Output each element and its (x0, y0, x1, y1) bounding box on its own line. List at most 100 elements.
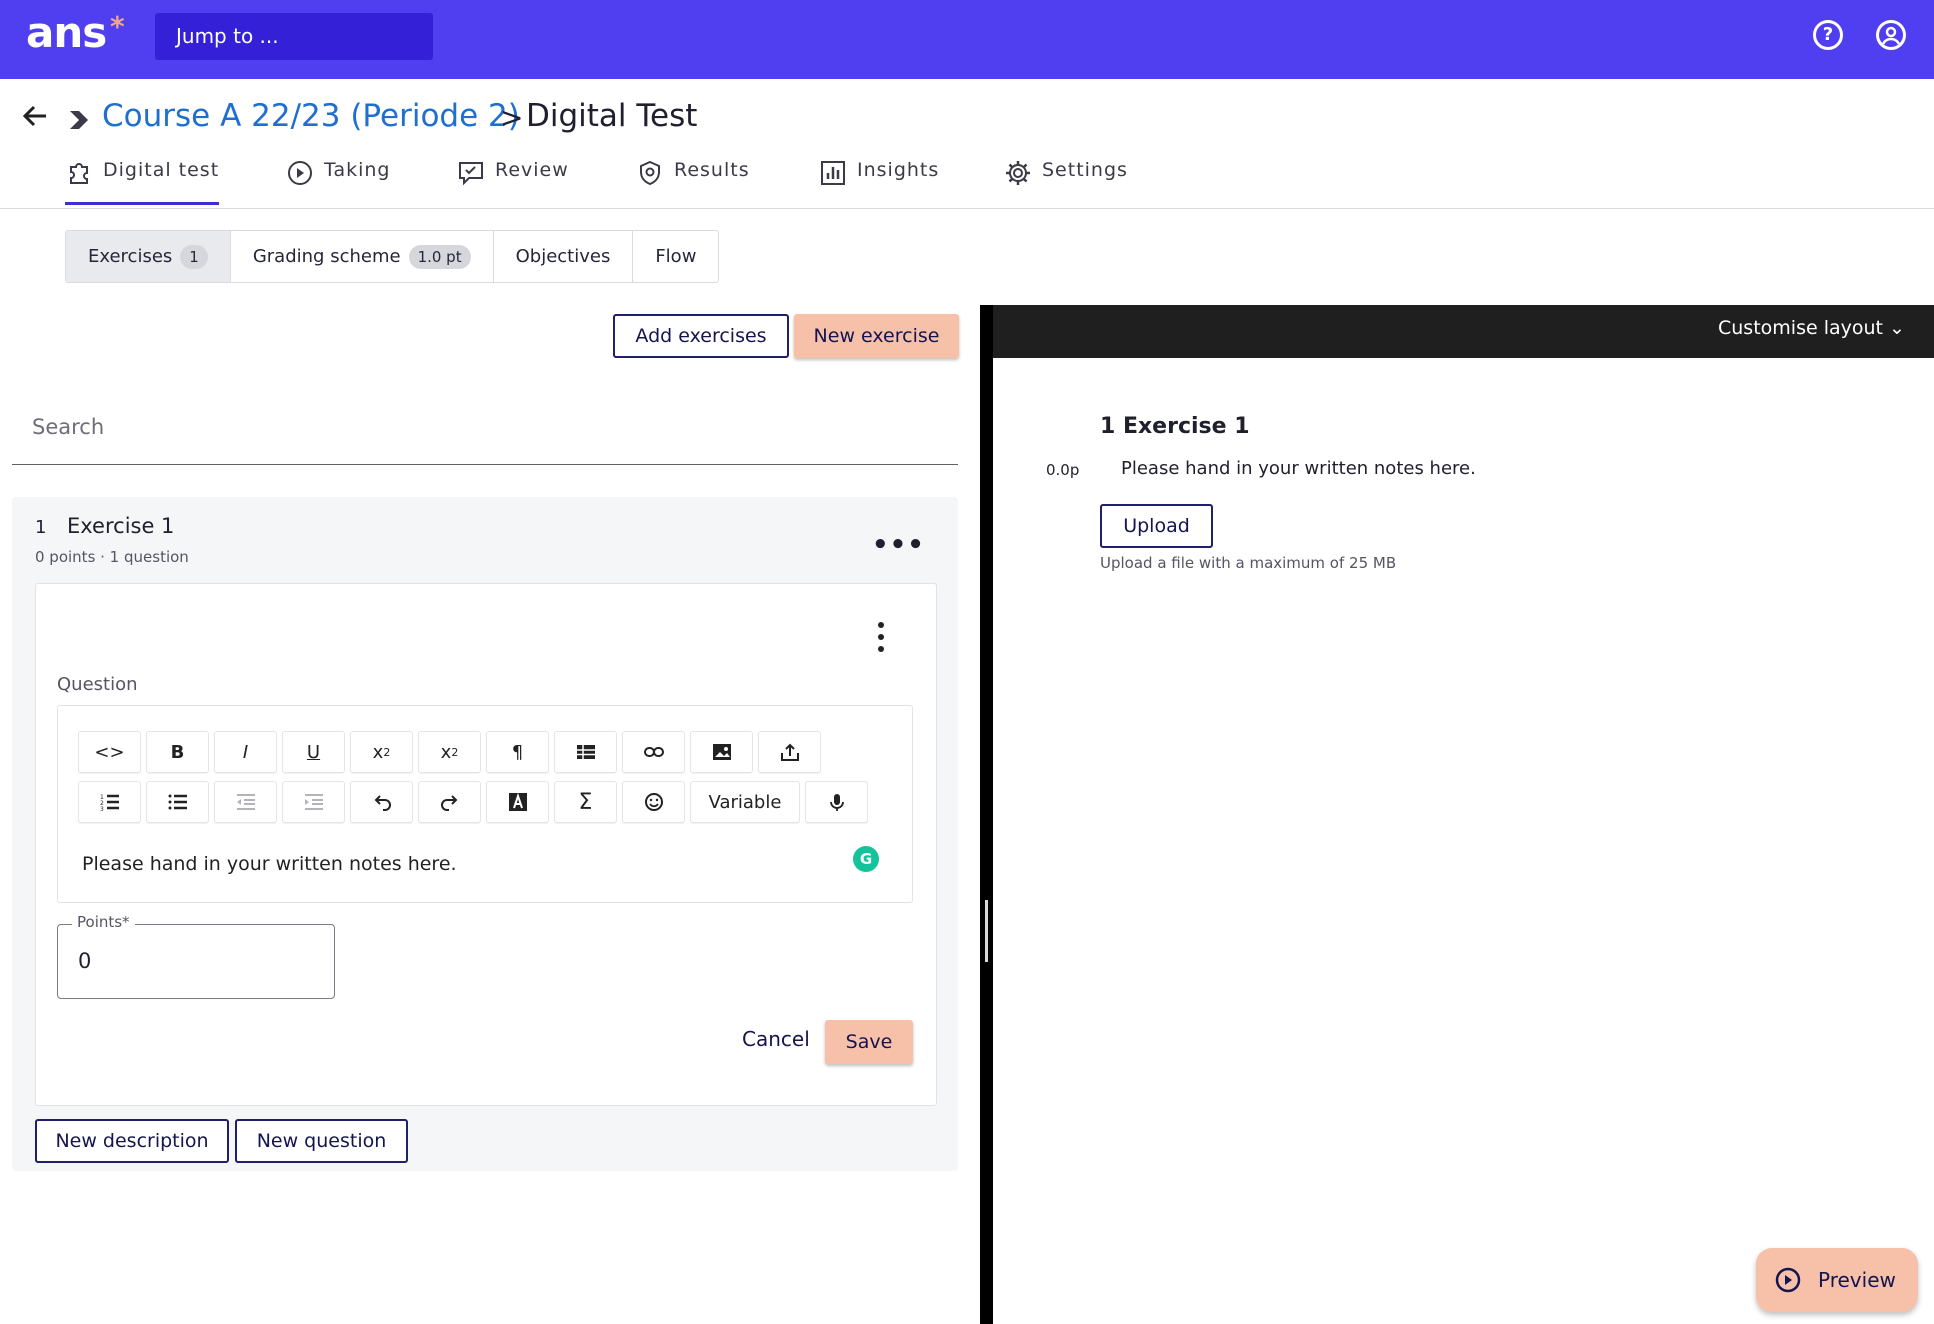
image-frame (712, 744, 731, 760)
upload-button[interactable]: Upload (1100, 504, 1213, 548)
link-chain (643, 747, 664, 757)
breadcrumb-chevron-icon (70, 111, 88, 129)
user-circle-icon[interactable] (1876, 20, 1906, 50)
text-color-icon[interactable] (486, 781, 549, 823)
jump-to-input[interactable]: Jump to ... (155, 13, 433, 60)
subtab-label: Objectives (515, 246, 611, 267)
numbered-list-icon[interactable]: 123 (78, 781, 141, 823)
subtab-exercises[interactable]: Exercises 1 (66, 231, 231, 282)
new-question-button[interactable]: New question (235, 1119, 408, 1163)
add-exercises-button[interactable]: Add exercises (613, 314, 789, 358)
subtab-flow[interactable]: Flow (633, 231, 718, 282)
subtab-label: Flow (655, 246, 697, 267)
logo[interactable]: ans (26, 8, 107, 57)
back-arrow-icon[interactable] (20, 101, 50, 131)
undo-icon[interactable] (350, 781, 413, 823)
new-exercise-button[interactable]: New exercise (794, 314, 959, 358)
page-title: Digital Test (526, 98, 698, 134)
cancel-button[interactable]: Cancel (742, 1027, 810, 1051)
bullet-list (168, 794, 187, 810)
search-input[interactable]: Search (12, 410, 958, 465)
redo-arrow (440, 795, 457, 811)
underline-icon[interactable]: U (282, 731, 345, 773)
help-circle-icon[interactable]: ? (1813, 20, 1843, 50)
exercise-subtabs: Exercises 1 Grading scheme 1.0 pt Object… (65, 230, 720, 283)
subtab-label: Exercises (88, 246, 173, 267)
superscript-icon[interactable]: x2 (418, 731, 481, 773)
table-icon[interactable] (554, 731, 617, 773)
points-value[interactable]: 0 (78, 949, 91, 973)
tab-insights[interactable]: Insights (819, 159, 939, 205)
microphone-icon[interactable] (805, 781, 868, 823)
question-more-icon[interactable] (874, 622, 888, 652)
tab-label: Digital test (103, 159, 220, 181)
indent-lines (304, 794, 323, 810)
outdent-lines (236, 794, 255, 810)
subtab-grading-scheme[interactable]: Grading scheme 1.0 pt (231, 231, 494, 282)
new-description-button[interactable]: New description (35, 1119, 229, 1163)
preview-label: Preview (1818, 1268, 1896, 1292)
points-field[interactable] (57, 924, 335, 999)
emoji-icon[interactable] (622, 781, 685, 823)
question-label: Question (57, 674, 138, 695)
preview-button[interactable]: Preview (1756, 1248, 1918, 1312)
splitter-grip[interactable] (985, 900, 988, 962)
user-icon (1881, 26, 1901, 45)
svg-text:3: 3 (100, 806, 104, 813)
gear-icon (1006, 161, 1030, 185)
tab-settings[interactable]: Settings (1004, 159, 1128, 205)
tab-label: Settings (1042, 159, 1128, 181)
smiley-face (644, 793, 663, 811)
subtab-objectives[interactable]: Objectives (494, 231, 634, 282)
image-icon[interactable] (690, 731, 753, 773)
text-color-box (508, 792, 527, 811)
breadcrumb-separator: > (500, 101, 524, 134)
link-icon[interactable] (622, 731, 685, 773)
play-circle-icon (288, 161, 312, 185)
variable-button[interactable]: Variable (690, 781, 800, 823)
bullet-list-icon[interactable] (146, 781, 209, 823)
tab-results[interactable]: Results (636, 159, 750, 205)
preview-points: 0.0p (1046, 461, 1080, 479)
undo-arrow (374, 795, 391, 811)
numbered-list: 123 (100, 794, 119, 813)
exercise-title[interactable]: Exercise 1 (67, 514, 174, 538)
tab-digital-test[interactable]: Digital test (65, 159, 220, 205)
source-code-icon[interactable]: <> (78, 731, 141, 773)
paragraph-icon[interactable]: ¶ (486, 731, 549, 773)
exercise-number: 1 (35, 517, 47, 538)
save-button[interactable]: Save (825, 1020, 913, 1064)
breadcrumb-course-link[interactable]: Course A 22/23 (Periode 2) (102, 98, 520, 134)
subtab-label: Grading scheme (252, 246, 401, 267)
play-circle-icon (1775, 1267, 1801, 1293)
tab-taking[interactable]: Taking (286, 159, 391, 205)
upload-tray (780, 743, 799, 761)
indent-icon[interactable] (282, 781, 345, 823)
redo-icon[interactable] (418, 781, 481, 823)
preview-exercise-title: 1 Exercise 1 (1100, 414, 1250, 439)
shield-check-icon (640, 160, 660, 186)
bold-icon[interactable]: B (146, 731, 209, 773)
tab-review[interactable]: Review (457, 159, 569, 205)
italic-icon[interactable]: I (214, 731, 277, 773)
outdent-icon[interactable] (214, 781, 277, 823)
exercise-more-icon[interactable]: ••• (872, 530, 925, 560)
tab-label: Insights (857, 159, 940, 181)
points-label: Points* (72, 913, 135, 931)
comment-check-icon (459, 162, 483, 186)
tab-label: Review (495, 159, 569, 181)
table-grid (576, 745, 595, 759)
upload-hint: Upload a file with a maximum of 25 MB (1100, 554, 1397, 572)
panel-splitter[interactable] (980, 305, 993, 1324)
math-sigma-icon[interactable]: Σ (554, 781, 617, 823)
question-text[interactable]: Please hand in your written notes here. (82, 853, 457, 875)
customise-layout-dropdown[interactable]: Customise layout ⌄ (1718, 317, 1905, 339)
subscript-icon[interactable]: x2 (350, 731, 413, 773)
points-badge: 1.0 pt (408, 244, 471, 269)
upload-icon[interactable] (758, 731, 821, 773)
bar-chart-icon (821, 161, 845, 185)
grammarly-icon[interactable]: G (853, 846, 879, 872)
tab-label: Taking (324, 159, 391, 181)
mic-shape (829, 794, 844, 811)
preview-question-text: Please hand in your written notes here. (1121, 458, 1476, 479)
